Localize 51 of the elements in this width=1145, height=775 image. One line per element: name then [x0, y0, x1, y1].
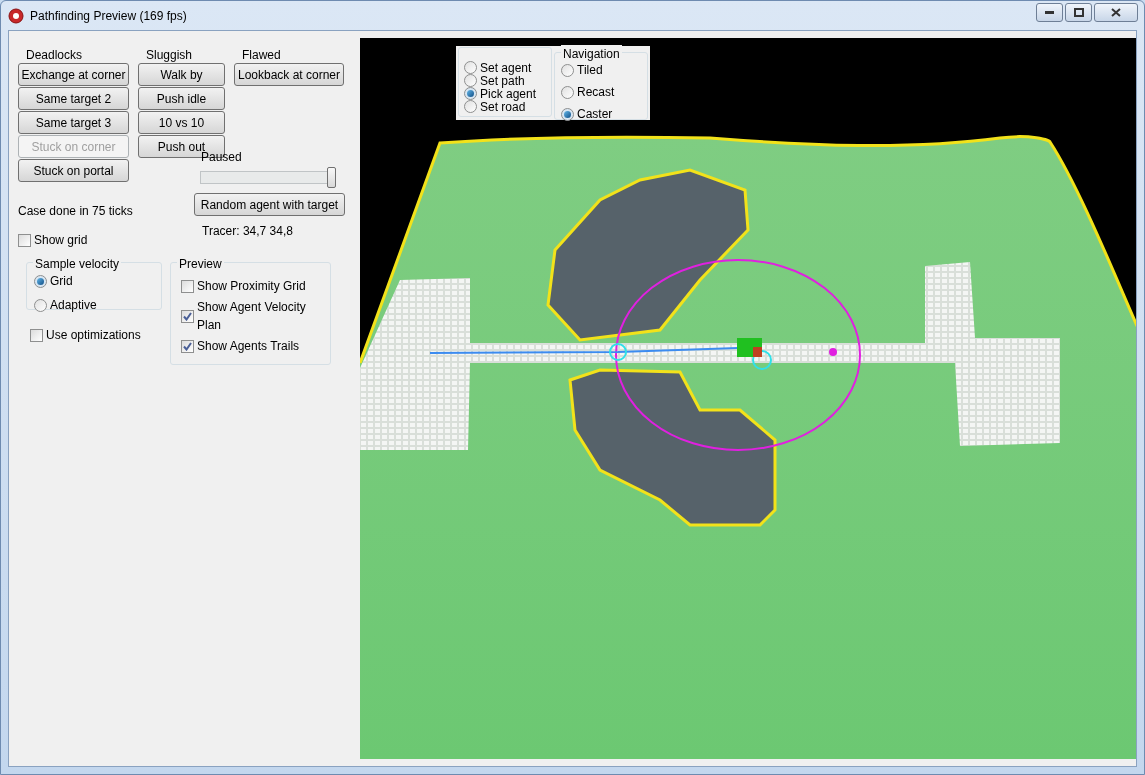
minimize-icon: [1045, 11, 1054, 14]
radio-button[interactable]: [561, 63, 574, 77]
checkbox[interactable]: [18, 233, 31, 247]
case-button[interactable]: Push idle: [138, 87, 225, 110]
case-button[interactable]: 10 vs 10: [138, 111, 225, 134]
case-button[interactable]: Random agent with target: [194, 193, 345, 216]
maximize-button[interactable]: [1065, 3, 1092, 22]
case-button[interactable]: Stuck on portal: [18, 159, 129, 182]
checkbox[interactable]: [181, 339, 194, 353]
maximize-icon: [1073, 8, 1084, 17]
tracer-text: Tracer: 34,7 34,8: [202, 223, 294, 240]
checkbox-label[interactable]: Show Agent Velocity Plan: [197, 298, 330, 334]
checkbox[interactable]: [30, 328, 43, 342]
checkbox-label[interactable]: Show grid: [34, 231, 88, 249]
radio-button[interactable]: [561, 85, 574, 99]
radio-button[interactable]: [464, 87, 477, 100]
radio-button[interactable]: [464, 100, 477, 113]
radio-label[interactable]: Set agent: [480, 58, 532, 77]
checkbox-label[interactable]: Use optimizations: [46, 326, 141, 344]
group-heading: Deadlocks: [26, 47, 84, 62]
close-icon: [1111, 8, 1121, 17]
case-button[interactable]: Walk by: [138, 63, 225, 86]
radio-label[interactable]: Caster: [577, 105, 613, 123]
group-heading: Sluggish: [146, 47, 194, 62]
radio-button[interactable]: [561, 107, 574, 121]
checkbox[interactable]: [181, 309, 194, 323]
radio-button[interactable]: [34, 274, 47, 288]
group-heading: Flawed: [242, 47, 282, 62]
radio-button[interactable]: [464, 61, 477, 74]
scene-viewport[interactable]: Set agent Set path Pick agent Set road Navigation Tiled Recast Caster: [360, 38, 1136, 759]
checkbox-label[interactable]: Show Proximity Grid: [197, 277, 306, 295]
case-button[interactable]: Same target 2: [18, 87, 129, 110]
radio-label[interactable]: Recast: [577, 83, 615, 101]
speed-slider[interactable]: [200, 166, 336, 187]
case-button[interactable]: Exchange at corner: [18, 63, 129, 86]
close-button[interactable]: [1094, 3, 1138, 22]
case-button[interactable]: Same target 3: [18, 111, 129, 134]
radio-label[interactable]: Adaptive: [50, 296, 97, 314]
radio-button[interactable]: [34, 298, 47, 312]
radio-button[interactable]: [464, 74, 477, 87]
radio-label[interactable]: Grid: [50, 272, 73, 290]
minimize-button[interactable]: [1036, 3, 1063, 22]
case-button[interactable]: Lookback at corner: [234, 63, 344, 86]
status-text: Case done in 75 ticks: [18, 203, 134, 220]
group-title: Navigation: [561, 45, 622, 63]
radio-label[interactable]: Tiled: [577, 61, 603, 79]
app-icon: [8, 7, 24, 24]
window-title: Pathfinding Preview (169 fps): [30, 7, 187, 25]
slider-thumb[interactable]: [327, 167, 336, 188]
checkbox-label[interactable]: Show Agents Trails: [197, 337, 300, 355]
checkbox[interactable]: [181, 279, 194, 293]
